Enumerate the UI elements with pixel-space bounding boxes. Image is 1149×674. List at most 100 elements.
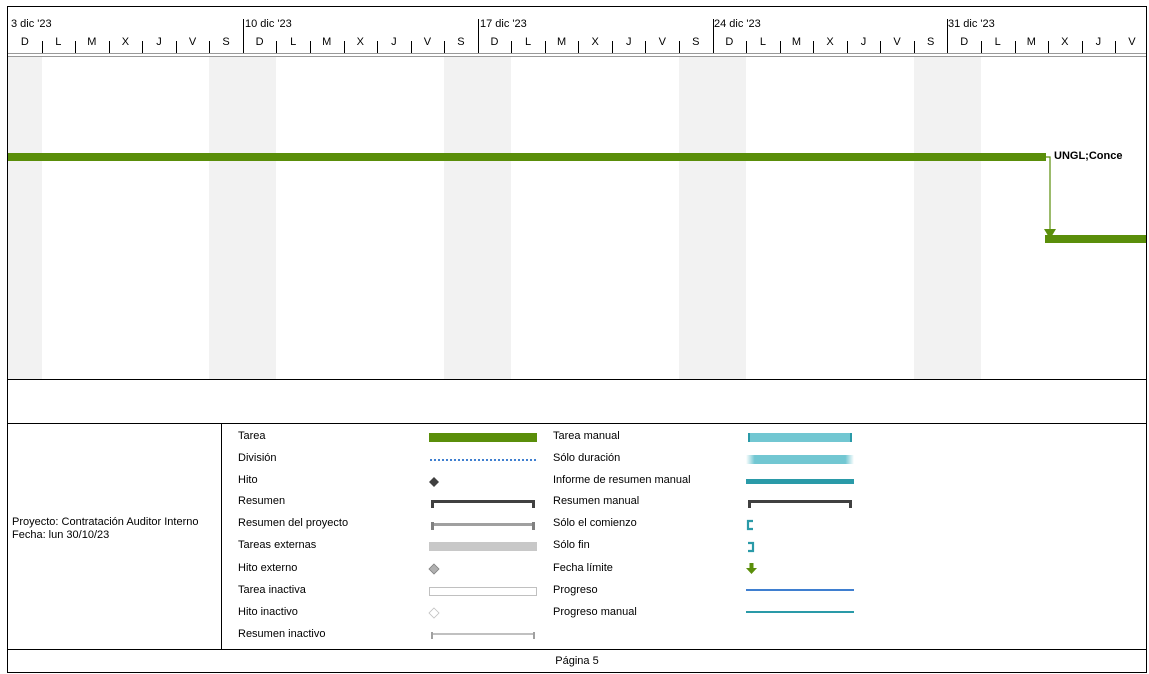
legend-label: Progreso manual (553, 606, 637, 618)
inactive-task-icon (429, 587, 537, 596)
inactive-summary-icon (431, 632, 535, 639)
week-label: 17 dic '23 (480, 18, 527, 30)
legend-label: Resumen (238, 495, 286, 507)
deadline-icon (746, 563, 757, 574)
day-letter: J (625, 36, 632, 48)
project-info: Proyecto: Contratación Auditor Interno F… (12, 516, 199, 542)
week-label: 10 dic '23 (245, 18, 292, 30)
day-letter: D (20, 36, 29, 48)
day-letter: V (1128, 36, 1136, 48)
weekend-column (947, 57, 981, 379)
day-letter: V (423, 36, 432, 48)
day-separator (544, 41, 546, 53)
day-letter: L (994, 36, 1001, 48)
summary-icon (431, 500, 535, 508)
day-separator (980, 41, 982, 53)
day-separator (410, 41, 412, 53)
day-separator (947, 19, 949, 53)
day-letter: X (121, 36, 130, 48)
day-letter: D (960, 36, 969, 48)
day-letter: M (557, 36, 567, 48)
day-separator (41, 41, 43, 53)
external-tasks-icon (429, 542, 537, 551)
week-label: 31 dic '23 (948, 18, 995, 30)
day-letter: S (692, 36, 700, 48)
weekend-column (913, 57, 948, 379)
progress-icon (746, 589, 854, 591)
legend-label: Tarea inactiva (238, 584, 306, 596)
task-bar-label: UNGL;Conce (1054, 150, 1123, 162)
day-separator (444, 41, 446, 53)
day-letter: J (860, 36, 867, 48)
legend-label: Sólo el comienzo (553, 517, 637, 529)
day-separator (75, 41, 77, 53)
day-letter: V (658, 36, 666, 48)
legend-label: Tareas externas (238, 539, 317, 551)
day-separator (779, 41, 781, 53)
day-separator (679, 41, 680, 53)
day-separator (913, 41, 915, 53)
day-separator (578, 41, 580, 53)
day-letter: M (791, 36, 802, 48)
day-letter: M (322, 36, 332, 48)
legend-label: Resumen del proyecto (238, 517, 349, 529)
legend-label: Hito (238, 474, 258, 486)
legend-label: Resumen inactivo (238, 628, 326, 640)
day-letter: J (156, 36, 162, 48)
day-letter: M (87, 36, 97, 48)
weekend-column (8, 57, 42, 379)
task-bar-icon (429, 433, 537, 442)
day-separator (746, 41, 748, 53)
manual-progress-icon (746, 611, 854, 613)
project-date: Fecha: lun 30/10/23 (12, 529, 110, 541)
day-separator (142, 41, 144, 53)
day-separator (1048, 41, 1050, 53)
day-letter: L (759, 36, 766, 48)
day-letter: S (926, 36, 935, 48)
legend-separator (221, 424, 222, 649)
day-separator (175, 41, 177, 53)
manual-summary-icon (748, 500, 852, 508)
day-letter: X (826, 36, 834, 48)
day-separator (712, 19, 714, 53)
day-letter: X (591, 36, 599, 48)
day-letter: S (222, 36, 230, 48)
weekend-column (712, 57, 747, 379)
day-letter: D (725, 36, 734, 48)
gantt-chart-area: UNGL;Conce (8, 57, 1146, 379)
day-separator (1081, 41, 1083, 53)
day-separator (377, 41, 379, 53)
duration-only-icon (746, 455, 854, 464)
task-bar[interactable] (8, 153, 1046, 161)
divider (8, 423, 1146, 424)
milestone-icon (429, 477, 439, 487)
finish-only-icon (748, 541, 755, 553)
day-separator (846, 41, 848, 53)
start-only-icon (746, 519, 753, 531)
day-letter: L (290, 36, 297, 48)
legend-label: Sólo fin (553, 539, 590, 551)
day-letter: V (893, 36, 901, 48)
day-letter: J (391, 36, 397, 48)
day-separator (1115, 41, 1117, 53)
page-number: Página 5 (555, 655, 599, 667)
dependency-arrow (1044, 156, 1056, 239)
day-letter: X (356, 36, 364, 48)
manual-task-icon (748, 433, 852, 442)
external-milestone-icon (428, 563, 440, 575)
day-separator (511, 41, 513, 53)
legend-label: Hito inactivo (238, 606, 298, 618)
day-letter: S (457, 36, 465, 48)
task-bar[interactable] (1045, 235, 1146, 243)
legend-label: División (238, 452, 277, 464)
day-separator (611, 41, 613, 53)
weekend-column (477, 57, 512, 379)
legend-label: Tarea manual (553, 430, 620, 442)
week-label: 3 dic '23 (11, 18, 52, 30)
day-separator (880, 41, 882, 53)
day-letter: L (524, 36, 532, 48)
day-separator (645, 41, 647, 53)
weekend-column (209, 57, 243, 379)
legend-label: Resumen manual (553, 495, 640, 507)
project-name: Proyecto: Contratación Auditor Interno (12, 516, 199, 528)
